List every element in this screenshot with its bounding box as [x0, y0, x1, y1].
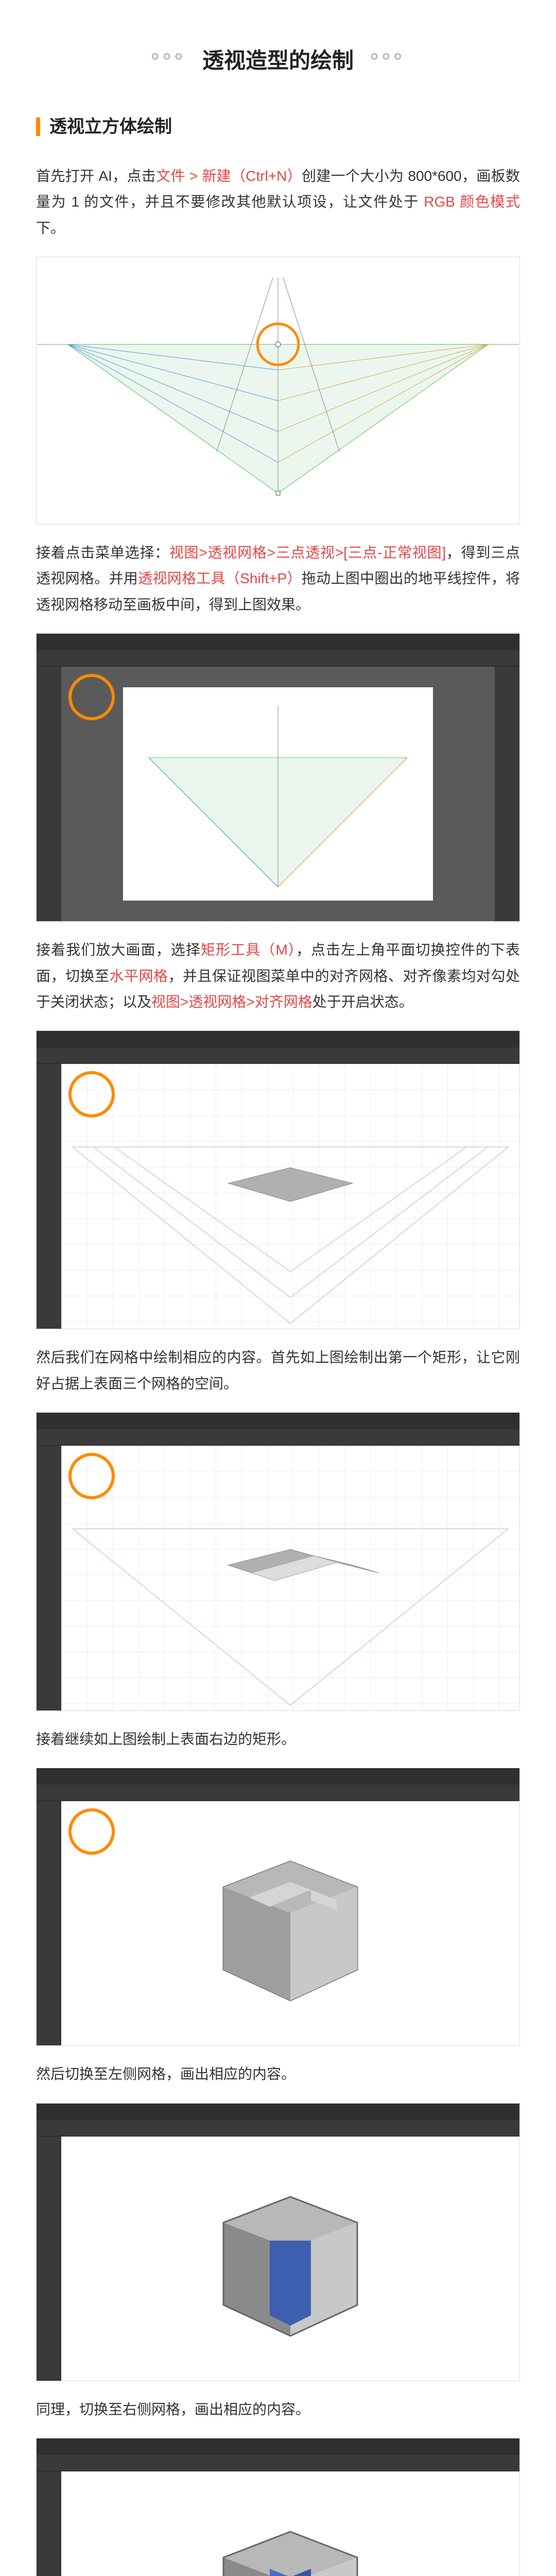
ai-tool-panel [37, 667, 61, 921]
ai-canvas [61, 667, 495, 921]
ai-control-bar [37, 1047, 519, 1064]
paragraph-4: 然后我们在网格中绘制相应的内容。首先如上图绘制出第一个矩形，让它刚好占据上表面三… [36, 1345, 520, 1397]
figure-5-left-face [36, 1768, 520, 2046]
figure-2-ai-workspace [36, 633, 520, 922]
deco-right: °°° [370, 48, 405, 73]
marker-plane-switch [68, 1808, 115, 1855]
hl-file-new: 文件 > 新建（Ctrl+N） [156, 168, 302, 184]
paragraph-6: 然后切换至左侧网格，画出相应的内容。 [36, 2061, 520, 2087]
paragraph-1: 首先打开 AI，点击文件 > 新建（Ctrl+N）创建一个大小为 800*600… [36, 163, 520, 241]
figure-1-perspective-grid [36, 257, 520, 524]
ai-control-bar [37, 2120, 519, 2137]
figure-6-right-face [36, 2103, 520, 2381]
paragraph-7: 同理，切换至右侧网格，画出相应的内容。 [36, 2397, 520, 2422]
hl-hplane: 水平网格 [110, 968, 168, 984]
ai-canvas [61, 2137, 519, 2381]
figure-7-inner-faces [36, 2438, 520, 2576]
hl-rgb-mode: RGB 颜色模式 [424, 194, 520, 210]
ai-tool-panel [37, 1064, 61, 1329]
ai-menubar [37, 1768, 519, 1785]
marker-plane-switch [68, 674, 115, 720]
figure-3-first-rect [36, 1030, 520, 1329]
ai-menubar [37, 1413, 519, 1429]
deco-left: °°° [151, 48, 186, 73]
hl-view-persp: 视图>透视网格>三点透视>[三点-正常视图] [169, 545, 446, 561]
figure-4-top-right-rect [36, 1412, 520, 1711]
ai-canvas [61, 2471, 519, 2576]
ai-canvas [61, 1446, 519, 1710]
paragraph-5: 接着继续如上图绘制上表面右边的矩形。 [36, 1726, 520, 1752]
cube-shape [193, 2496, 388, 2576]
ai-menubar [37, 634, 519, 650]
hl-rect-tool: 矩形工具（M） [201, 942, 296, 958]
hl-snap-grid: 视图>透视网格>对齐网格 [151, 994, 312, 1010]
paragraph-2: 接着点击菜单选择：视图>透视网格>三点透视>[三点-正常视图]，得到三点透视网格… [36, 540, 520, 618]
ai-menubar [37, 2104, 519, 2120]
marker-plane-switch [68, 1071, 115, 1117]
cube-shape [193, 1825, 388, 2021]
ai-menubar [37, 1031, 519, 1047]
marker-plane-switch [68, 1453, 115, 1499]
ai-control-bar [37, 1785, 519, 1801]
cube-shape [193, 2161, 388, 2357]
ai-canvas [61, 1064, 519, 1329]
ai-control-bar [37, 2455, 519, 2471]
section-heading: 透视立方体绘制 [36, 111, 520, 143]
ai-control-bar [37, 1429, 519, 1446]
title-text: 透视造型的绘制 [202, 48, 354, 73]
ai-tool-panel [37, 2471, 61, 2576]
ai-tool-panel [37, 2137, 61, 2381]
ai-right-panel [495, 667, 519, 921]
main-title: °°° 透视造型的绘制 °°° [36, 41, 520, 80]
hl-persp-tool: 透视网格工具（Shift+P） [138, 570, 302, 586]
ai-menubar [37, 2438, 519, 2455]
ai-canvas [61, 1801, 519, 2045]
paragraph-3: 接着我们放大画面，选择矩形工具（M），点击左上角平面切换控件的下表面，切换至水平… [36, 937, 520, 1015]
ai-tool-panel [37, 1801, 61, 2045]
ai-control-bar [37, 650, 519, 667]
ai-tool-panel [37, 1446, 61, 1710]
